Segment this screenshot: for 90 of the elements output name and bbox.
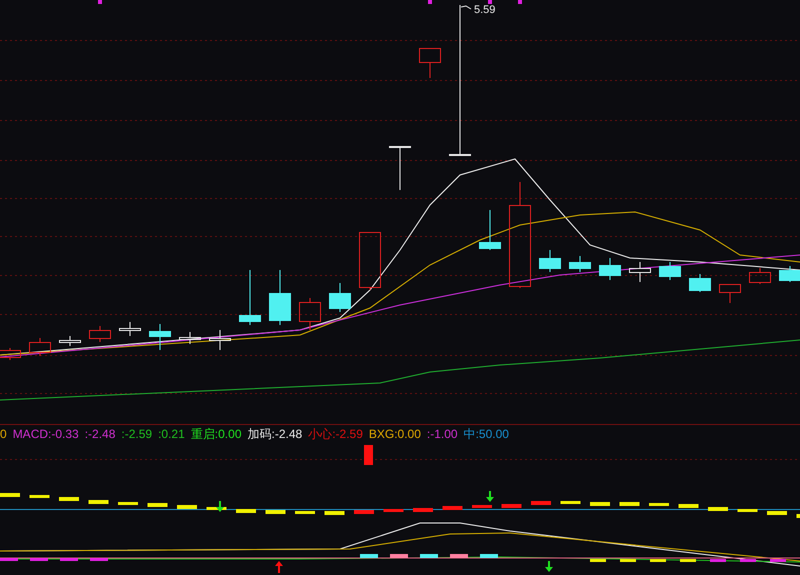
histogram-bar bbox=[480, 554, 498, 558]
histogram-bar bbox=[590, 559, 606, 562]
candlestick bbox=[749, 268, 771, 284]
marker-tick bbox=[98, 0, 102, 4]
signal-dash bbox=[236, 509, 256, 513]
histogram-bar bbox=[450, 554, 468, 558]
candlestick bbox=[659, 262, 681, 280]
arrow-down-icon bbox=[545, 561, 553, 572]
histogram-bar bbox=[710, 559, 726, 562]
indicator-value: :-2.48 bbox=[84, 427, 116, 441]
candlestick bbox=[779, 266, 800, 282]
indicator-value: :-2.59 bbox=[121, 427, 152, 441]
candlestick bbox=[89, 326, 111, 342]
signal-dash bbox=[620, 502, 640, 506]
candlestick bbox=[359, 232, 381, 290]
signal-dash bbox=[118, 502, 138, 505]
signal-dash bbox=[148, 503, 168, 507]
signal-dash bbox=[590, 502, 610, 506]
histogram-bar bbox=[90, 558, 108, 561]
histogram-bar bbox=[390, 554, 408, 558]
candlestick bbox=[479, 210, 501, 250]
arrow-down-icon bbox=[486, 491, 494, 502]
indicator-value: :0.21 bbox=[158, 427, 185, 441]
candlestick bbox=[569, 256, 591, 272]
signal-dash bbox=[324, 511, 344, 515]
histogram-bar bbox=[680, 559, 696, 562]
indicator-value: :-1.00 bbox=[426, 427, 458, 441]
candlestick bbox=[329, 282, 351, 312]
histogram-bar bbox=[620, 559, 636, 562]
candlestick bbox=[389, 146, 411, 190]
signal-dash bbox=[678, 504, 698, 508]
candlestick bbox=[629, 262, 651, 282]
histogram-bar bbox=[364, 445, 373, 465]
signal-dash bbox=[560, 501, 580, 504]
signal-dash bbox=[767, 511, 787, 515]
signal-dash bbox=[295, 511, 315, 514]
signal-dash bbox=[502, 504, 522, 508]
histogram-bar bbox=[650, 559, 666, 562]
candlestick bbox=[239, 270, 261, 326]
candlestick bbox=[719, 284, 741, 304]
signal-dash bbox=[649, 503, 669, 506]
histogram-bar bbox=[740, 559, 756, 562]
histogram-bar bbox=[770, 559, 786, 562]
peak-price-label: 5.59 bbox=[474, 4, 496, 16]
signal-dash bbox=[88, 500, 108, 504]
signal-dash bbox=[442, 506, 462, 510]
candlestick bbox=[419, 48, 441, 78]
signal-dash bbox=[531, 501, 551, 505]
signal-dash bbox=[472, 505, 492, 508]
candlestick bbox=[689, 274, 711, 292]
candlestick bbox=[59, 336, 81, 346]
signal-dash bbox=[796, 514, 800, 518]
indicator-value: MACD:-0.33 bbox=[12, 427, 79, 441]
signal-dash bbox=[413, 508, 433, 512]
signal-dash bbox=[177, 505, 197, 509]
histogram-bar bbox=[0, 558, 18, 561]
indicator-value: 加码:-2.48 bbox=[248, 426, 302, 442]
signal-dash bbox=[59, 497, 79, 501]
indicator-value: 0 bbox=[0, 427, 7, 441]
signal-dash bbox=[738, 509, 758, 512]
histogram-bar bbox=[30, 558, 48, 561]
signal-dash bbox=[0, 493, 20, 497]
indicator-value: 中:50.00 bbox=[464, 426, 509, 442]
indicator-value: 重启:0.00 bbox=[190, 426, 242, 442]
signal-dash bbox=[266, 510, 286, 514]
signal-dash bbox=[354, 510, 374, 514]
candlestick bbox=[209, 330, 231, 350]
candlestick bbox=[179, 332, 201, 344]
candlestick bbox=[119, 322, 141, 336]
marker-tick bbox=[488, 0, 492, 4]
signal-dash bbox=[30, 495, 50, 498]
arrow-up-icon bbox=[275, 561, 283, 573]
histogram-bar bbox=[420, 554, 438, 558]
candlestick bbox=[149, 324, 171, 350]
leader-line bbox=[460, 5, 472, 10]
indicator-value: BXG:0.00 bbox=[368, 427, 421, 441]
marker-tick bbox=[428, 0, 432, 4]
indicator-value: 小心:-2.59 bbox=[308, 426, 363, 442]
signal-dash bbox=[384, 509, 404, 512]
candlestick bbox=[0, 348, 21, 360]
candlestick bbox=[599, 258, 621, 280]
histogram-bar bbox=[60, 558, 78, 561]
arrow-down-icon bbox=[216, 501, 224, 512]
candlestick bbox=[29, 338, 51, 356]
candlestick bbox=[539, 250, 561, 272]
marker-tick bbox=[518, 0, 522, 4]
histogram-bar bbox=[360, 554, 378, 558]
signal-dash bbox=[708, 507, 728, 511]
candlestick bbox=[299, 298, 321, 330]
candlestick bbox=[269, 270, 291, 326]
